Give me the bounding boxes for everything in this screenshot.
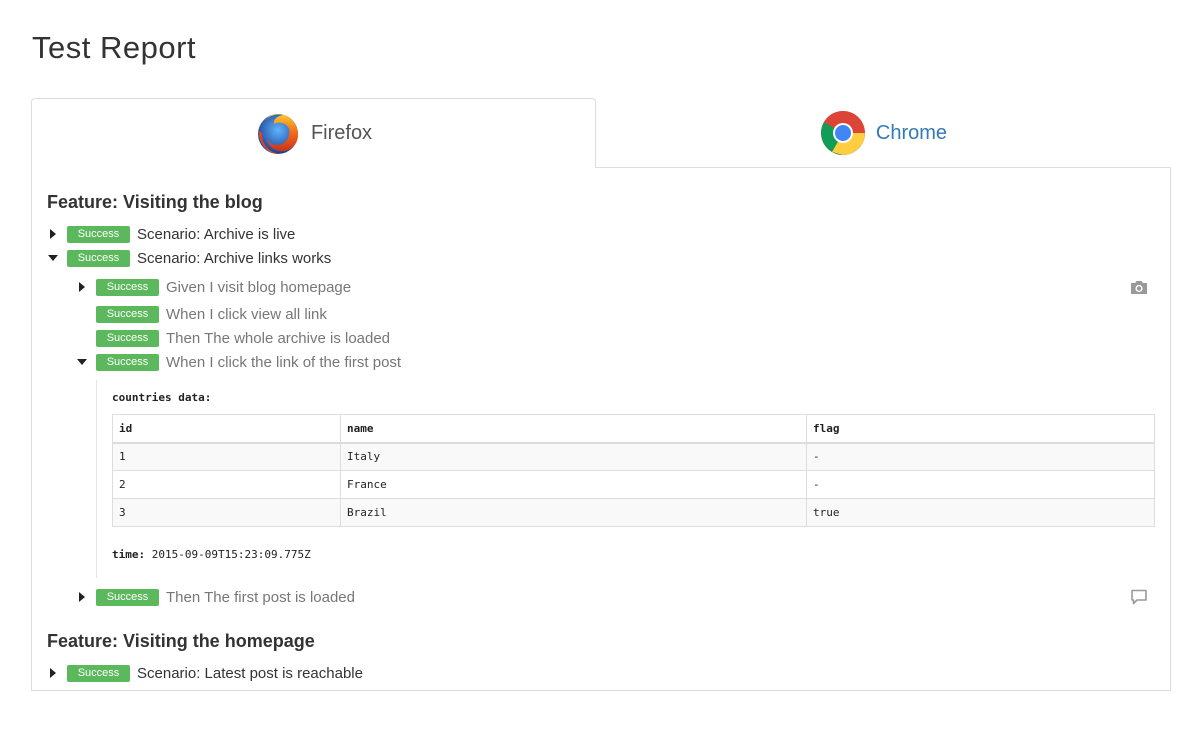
caret-down-icon[interactable]	[47, 248, 59, 268]
step-row[interactable]: Success When I click the link of the fir…	[76, 352, 401, 372]
caret-right-icon[interactable]	[76, 587, 88, 607]
data-table-label: countries data:	[112, 391, 212, 404]
caret-down-icon[interactable]	[76, 352, 88, 372]
page-title: Test Report	[32, 30, 197, 65]
table-row: 3 Brazil true	[112, 498, 1155, 527]
status-badge: Success	[67, 664, 130, 682]
chrome-icon	[820, 111, 865, 155]
step-row[interactable]: Success Given I visit blog homepage	[76, 277, 351, 297]
caret-right-icon[interactable]	[47, 224, 59, 244]
step-row: Success Then The whole archive is loaded	[76, 328, 390, 348]
table-row: 1 Italy -	[112, 442, 1155, 471]
camera-icon[interactable]	[1130, 279, 1148, 295]
scenario-title: Scenario: Archive is live	[137, 225, 296, 243]
table-cell: France	[340, 470, 807, 499]
status-badge: Success	[96, 588, 159, 606]
step-row: Success When I click view all link	[76, 304, 327, 324]
scenario-row[interactable]: Success Scenario: Archive is live	[47, 224, 295, 244]
tab-chrome-label: Chrome	[875, 121, 948, 144]
step-text: When I click the link of the first post	[166, 353, 402, 371]
status-badge: Success	[96, 329, 159, 347]
status-badge: Success	[96, 353, 159, 371]
timestamp-value: 2015-09-09T15:23:09.775Z	[151, 548, 311, 561]
scenario-row[interactable]: Success Scenario: Archive links works	[47, 248, 331, 268]
step-text: Then The whole archive is loaded	[166, 329, 391, 347]
step-text: Then The first post is loaded	[166, 588, 355, 606]
table-cell: 1	[112, 442, 341, 471]
step-text: Given I visit blog homepage	[166, 278, 352, 296]
column-header: name	[340, 414, 807, 444]
status-badge: Success	[67, 249, 130, 267]
tab-firefox[interactable]: Firefox	[31, 98, 596, 168]
column-header: flag	[806, 414, 1155, 444]
scenario-title: Scenario: Archive links works	[137, 249, 332, 267]
caret-right-icon[interactable]	[76, 277, 88, 297]
countries-table: id name flag 1 Italy - 2 France - 3 Braz…	[112, 414, 1155, 527]
scenario-title: Scenario: Latest post is reachable	[137, 664, 363, 682]
table-row: 2 France -	[112, 470, 1155, 499]
feature-title: Feature: Visiting the homepage	[47, 631, 315, 651]
table-cell: 3	[112, 498, 341, 527]
step-text: When I click view all link	[166, 305, 327, 323]
caret-right-icon[interactable]	[47, 663, 59, 683]
table-cell: 2	[112, 470, 341, 499]
table-cell: Italy	[340, 442, 807, 471]
step-row[interactable]: Success Then The first post is loaded	[76, 587, 355, 607]
tab-chrome[interactable]: Chrome	[596, 98, 1171, 168]
scenario-row[interactable]: Success Scenario: Latest post is reachab…	[47, 663, 363, 683]
column-header: id	[112, 414, 341, 444]
timestamp-label: time:	[112, 548, 146, 561]
firefox-icon	[257, 113, 298, 154]
table-cell: -	[806, 470, 1155, 499]
table-cell: true	[806, 498, 1155, 527]
tab-firefox-label: Firefox	[310, 122, 373, 144]
status-badge: Success	[96, 305, 159, 323]
step-timestamp: time: 2015-09-09T15:23:09.775Z	[112, 548, 311, 561]
comment-icon[interactable]	[1130, 589, 1148, 605]
table-cell: -	[806, 442, 1155, 471]
table-cell: Brazil	[340, 498, 807, 527]
status-badge: Success	[67, 225, 130, 243]
table-header-row: id name flag	[112, 414, 1155, 444]
status-badge: Success	[96, 278, 159, 296]
feature-title: Feature: Visiting the blog	[47, 192, 263, 212]
